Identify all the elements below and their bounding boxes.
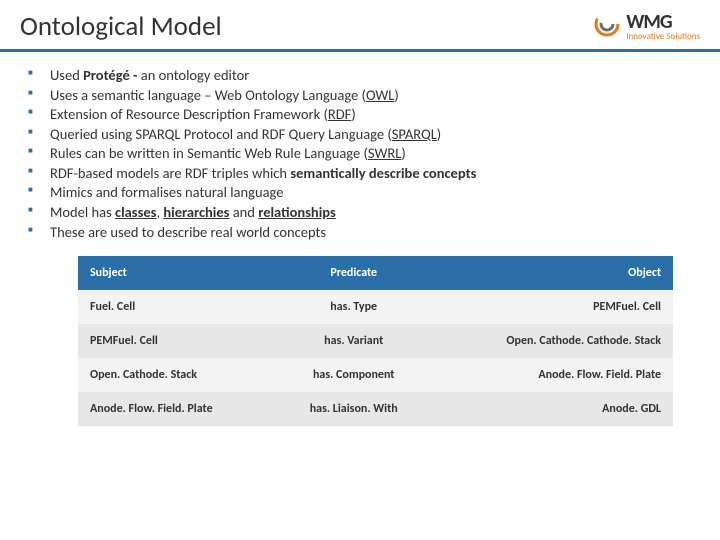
list-item: Model has classes, hierarchies and relat…	[28, 203, 692, 223]
list-item: RDF-based models are RDF triples which s…	[28, 164, 692, 184]
list-item: These are used to describe real world co…	[28, 223, 692, 243]
logo-main-text: WMG	[626, 12, 700, 32]
list-item: Queried using SPARQL Protocol and RDF Qu…	[28, 125, 692, 145]
col-object: Object	[430, 256, 673, 290]
list-item: Uses a semantic language – Web Ontology …	[28, 86, 692, 106]
bullet-list: Used Protégé - an ontology editor Uses a…	[28, 66, 692, 242]
col-predicate: Predicate	[278, 256, 430, 290]
logo-swirl-icon	[594, 11, 620, 42]
triples-table: Subject Predicate Object Fuel. Cell has.…	[78, 256, 673, 426]
list-item: Extension of Resource Description Framew…	[28, 105, 692, 125]
table-row: PEMFuel. Cell has. Variant Open. Cathode…	[78, 324, 673, 358]
table-row: Open. Cathode. Stack has. Component Anod…	[78, 358, 673, 392]
list-item: Rules can be written in Semantic Web Rul…	[28, 144, 692, 164]
slide-body: Used Protégé - an ontology editor Uses a…	[0, 52, 720, 426]
col-subject: Subject	[78, 256, 278, 290]
logo-sub-text: Innovative Solutions	[626, 32, 700, 41]
table-row: Anode. Flow. Field. Plate has. Liaison. …	[78, 392, 673, 426]
table-header-row: Subject Predicate Object	[78, 256, 673, 290]
slide-title: Ontological Model	[20, 10, 222, 43]
list-item: Used Protégé - an ontology editor	[28, 66, 692, 86]
table-row: Fuel. Cell has. Type PEMFuel. Cell	[78, 290, 673, 324]
logo: WMG Innovative Solutions	[594, 11, 700, 42]
list-item: Mimics and formalises natural language	[28, 183, 692, 203]
slide-header: Ontological Model WMG Innovative Solutio…	[0, 0, 720, 52]
